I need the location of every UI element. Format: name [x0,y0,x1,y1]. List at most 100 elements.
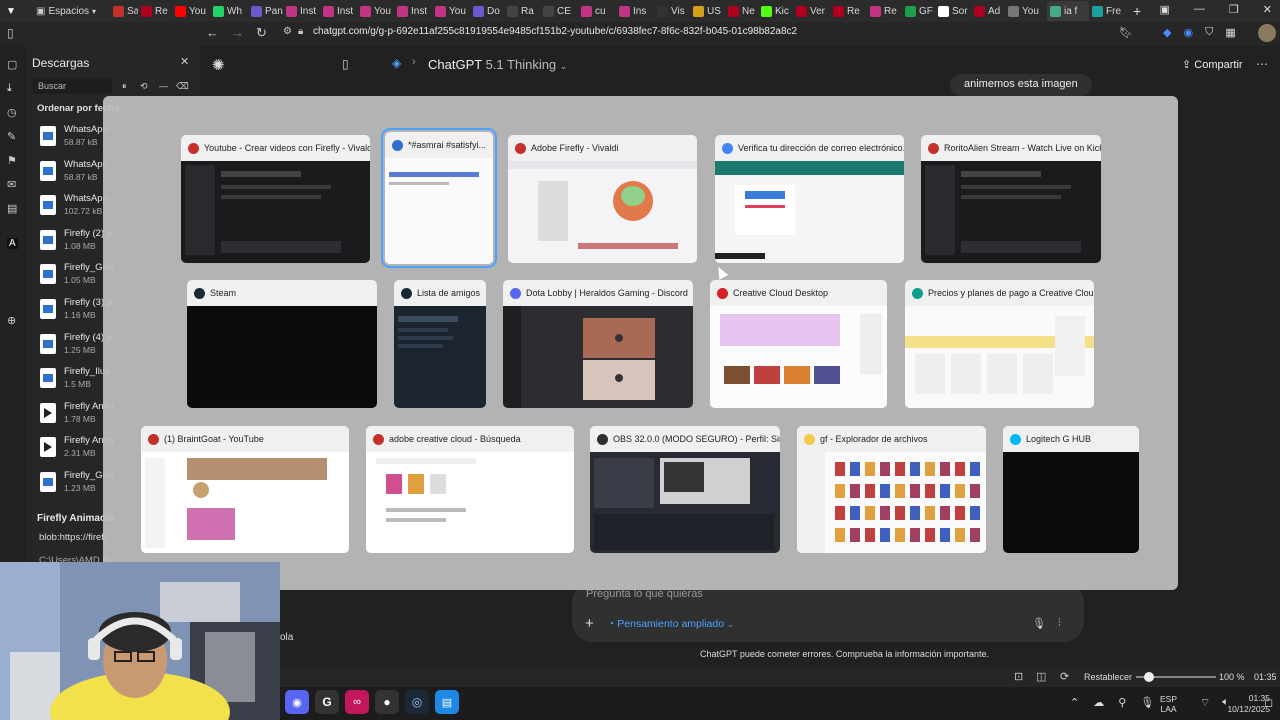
switcher-window-card[interactable]: Youtube - Crear videos con Firefly - Viv… [181,135,370,263]
browser-tab[interactable]: cu [578,1,616,21]
browser-tab[interactable]: Pan [248,1,283,21]
browser-tab[interactable]: Vis [654,1,690,21]
browser-tab[interactable]: You [1005,1,1047,21]
notes-panel-icon[interactable]: ✎ [7,130,16,143]
sidebar-toggle-icon[interactable]: ▯ [342,57,349,71]
switcher-window-card[interactable]: Logitech G HUB [1003,426,1139,553]
close-panel-icon[interactable]: ✕ [180,55,189,68]
close-window-icon[interactable]: ✕ [1263,3,1272,16]
reset-zoom-button[interactable]: Restablecer [1084,672,1132,682]
tab-menu-icon[interactable]: ▣ [1160,3,1170,16]
switcher-window-card[interactable]: RoritoAlien Stream - Watch Live on Kick.… [921,135,1101,263]
browser-tab[interactable]: You [432,1,470,21]
downloads-footer-url[interactable]: blob:https://firefl [39,532,106,543]
browser-tab[interactable]: Fre [1089,1,1127,21]
workspaces-button[interactable]: ▼ ▣ Espacios ▾ [0,1,110,21]
chatgpt-logo-icon[interactable]: ✺ [212,56,225,74]
microphone-tray-icon[interactable]: 🎙︎ [1140,696,1154,709]
switcher-window-card[interactable]: Dota Lobby | Heraldos Gaming - Discord [503,280,693,408]
notifications-icon[interactable]: ◻ [1264,696,1273,709]
switcher-window-card[interactable]: *#asmrai #satisfyi... [381,128,497,268]
show-hidden-icons-icon[interactable]: ⌃ [1070,696,1079,709]
thinking-mode-button[interactable]: ◔ Pensamiento ampliado ⌄ [608,618,734,630]
zoom-slider-handle[interactable] [1144,672,1154,682]
extension-2-icon[interactable]: ◉ [1183,26,1193,39]
history-panel-icon[interactable]: ◷ [7,106,17,119]
maximize-icon[interactable]: ❐ [1229,3,1239,16]
site-settings-icon[interactable]: ⚙ [283,26,292,37]
extension-1-icon[interactable]: ◆ [1163,26,1171,39]
mail-panel-icon[interactable]: ✉ [7,178,16,191]
voice-mode-icon[interactable]: ⫶ [1058,617,1061,630]
network-icon[interactable]: ⚲ [1118,696,1126,709]
pause-icon[interactable]: ⏸ [122,81,127,92]
new-tab-icon[interactable]: + [1133,3,1141,19]
creative-cloud-taskbar-icon[interactable]: ∞ [345,690,369,714]
switcher-window-card[interactable]: (1) BraintGoat - YouTube [141,426,349,553]
panel-toggle-icon[interactable]: ▯ [7,26,14,40]
switcher-window-card[interactable]: Verifica tu dirección de correo electrón… [715,135,904,263]
browser-tab[interactable]: CE [540,1,578,21]
switcher-window-card[interactable]: adobe creative cloud - Búsqueda [366,426,574,553]
browser-tab[interactable]: Inst [283,1,320,21]
wifi-icon[interactable]: ⌔ [1200,696,1210,710]
language-indicator[interactable]: ESP LAA [1160,694,1177,714]
add-panel-icon[interactable]: ⊕ [7,314,16,327]
forward-icon[interactable]: → [231,25,244,40]
calendar-panel-icon[interactable]: ▤ [7,202,17,215]
taskbar-clock[interactable]: 01:35 10/12/2025 [1210,693,1270,715]
retry-icon[interactable]: ⟲ [140,81,148,92]
downloads-search-input[interactable]: Buscar [32,78,112,94]
browser-tab[interactable]: You [357,1,394,21]
notepad-taskbar-icon[interactable]: ▤ [435,690,459,714]
browser-tab[interactable]: Re [138,1,172,21]
tiling-icon[interactable]: ◫ [1036,670,1046,683]
translate-panel-icon[interactable]: ⚑ [7,154,17,167]
browser-tab[interactable]: Inst [394,1,432,21]
browser-tab[interactable]: Do [470,1,504,21]
browser-tab[interactable]: Ver [793,1,830,21]
browser-tab[interactable]: GF [902,1,935,21]
onedrive-icon[interactable]: ☁ [1093,696,1104,709]
browser-tab[interactable]: ia f [1047,1,1089,21]
browser-tab[interactable]: You [172,1,210,21]
browser-tab[interactable]: Re [867,1,902,21]
bookmark-icon[interactable]: 🔖︎ [1119,26,1133,39]
clear-icon[interactable]: ⌫ [176,81,189,92]
steam-taskbar-icon[interactable]: ◎ [405,690,429,714]
switcher-window-card[interactable]: OBS 32.0.0 (MODO SEGURO) - Perfil: Sin T… [590,426,780,553]
browser-tab[interactable]: Wh [210,1,248,21]
switcher-window-card[interactable]: Adobe Firefly - Vivaldi [508,135,697,263]
zoom-slider[interactable] [1136,672,1216,682]
add-attachment-icon[interactable]: + [585,615,594,632]
share-button[interactable]: ⇪ Compartir [1182,58,1243,71]
capture-icon[interactable]: ⊡ [1014,670,1023,683]
switcher-window-card[interactable]: Steam [187,280,377,408]
browser-tab[interactable]: Ra [504,1,540,21]
obs-taskbar-icon[interactable]: ● [375,690,399,714]
reload-icon[interactable]: ↻ [256,25,267,41]
profile-avatar[interactable] [1258,24,1276,42]
browser-tab[interactable]: Ad [971,1,1005,21]
web-panel-icon[interactable]: A [7,238,18,249]
switcher-window-card[interactable]: Precios y planes de pago a Creative Clou… [905,280,1094,408]
bookmarks-panel-icon[interactable]: ▢ [7,58,17,71]
switcher-window-card[interactable]: Lista de amigos [394,280,486,408]
url-field[interactable]: chatgpt.com/g/g-p-692e11af255c81919554e9… [313,26,797,37]
remove-icon[interactable]: — [159,81,168,91]
back-icon[interactable]: ← [206,25,219,40]
switcher-window-card[interactable]: Creative Cloud Desktop [710,280,887,408]
vivaldi-menu-icon[interactable]: ▼ [3,3,19,19]
switcher-window-card[interactable]: gf - Explorador de archivos [797,426,986,553]
shield-icon[interactable]: ⛉ [1205,26,1213,39]
browser-tab[interactable]: US [690,1,725,21]
model-selector[interactable]: ChatGPT 5.1 Thinking ⌄ [428,57,567,72]
minimize-icon[interactable]: — [1194,3,1205,16]
browser-tab[interactable]: Ne [725,1,758,21]
browser-tab[interactable]: Sal [110,1,138,21]
microphone-icon[interactable]: 🎙︎ [1032,617,1046,630]
extensions-icon[interactable]: ▦ [1225,26,1235,39]
browser-tab[interactable]: Re [830,1,867,21]
browser-tab[interactable]: Kic [758,1,793,21]
discord-taskbar-icon[interactable]: ◉ [285,690,309,714]
